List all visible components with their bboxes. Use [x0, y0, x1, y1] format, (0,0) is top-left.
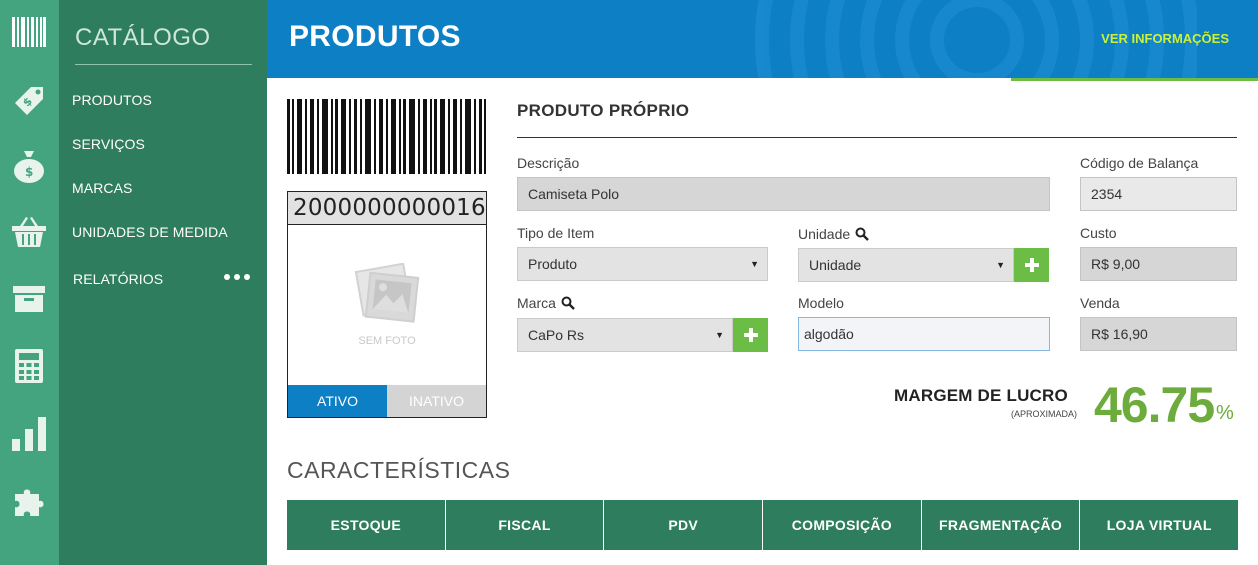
tipo-item-select[interactable]: Produto ▼	[517, 247, 768, 281]
sidebar-divider	[75, 64, 252, 65]
marca-label-text: Marca	[517, 295, 556, 311]
photo-placeholder-icon	[354, 263, 420, 323]
sidebar-item-relatorios[interactable]: RELATÓRIOS	[73, 271, 163, 287]
tipo-item-label: Tipo de Item	[517, 225, 594, 241]
money-bag-icon[interactable]: $	[9, 146, 49, 186]
tab-composicao[interactable]: COMPOSIÇÃO	[763, 500, 922, 550]
tipo-item-label-text: Tipo de Item	[517, 225, 595, 241]
tab-estoque[interactable]: ESTOQUE	[287, 500, 446, 550]
sidebar: CATÁLOGO PRODUTOS SERVIÇOS MARCAS UNIDAD…	[59, 0, 267, 565]
venda-label: Venda	[1080, 295, 1120, 311]
no-photo-label: SEM FOTO	[358, 335, 416, 347]
puzzle-icon[interactable]	[9, 482, 49, 522]
add-unidade-button[interactable]	[1014, 248, 1049, 282]
product-card: 2000000000016 SEM FOTO ATIVO INATIVO	[287, 191, 487, 418]
archive-box-icon[interactable]	[9, 278, 49, 318]
more-options-icon[interactable]	[224, 271, 254, 283]
sidebar-item-marcas[interactable]: MARCAS	[72, 180, 133, 196]
codigo-balanca-field[interactable]: 2354	[1080, 177, 1237, 211]
sidebar-item-unidades-de-medida[interactable]: UNIDADES DE MEDIDA	[72, 224, 228, 240]
custo-label-text: Custo	[1080, 225, 1117, 241]
marca-label: Marca	[517, 295, 575, 311]
status-toggle: ATIVO INATIVO	[288, 385, 486, 417]
status-inactive-button[interactable]: INATIVO	[387, 385, 486, 417]
sidebar-title: CATÁLOGO	[75, 24, 211, 51]
custo-label: Custo	[1080, 225, 1117, 241]
modelo-label-text: Modelo	[798, 295, 844, 311]
venda-label-text: Venda	[1080, 295, 1120, 311]
descricao-label-text: Descrição	[517, 155, 580, 171]
bar-chart-icon[interactable]	[9, 414, 49, 454]
tab-fragmentacao[interactable]: FRAGMENTAÇÃO	[921, 500, 1081, 550]
section-divider	[517, 137, 1237, 138]
modelo-label: Modelo	[798, 295, 844, 311]
unidade-label-text: Unidade	[798, 226, 851, 242]
barcode-number: 2000000000016	[288, 192, 486, 225]
modelo-field[interactable]: algodão	[798, 317, 1050, 351]
chevron-down-icon: ▼	[750, 259, 759, 269]
characteristics-tabs: ESTOQUE FISCAL PDV COMPOSIÇÃO FRAGMENTAÇ…	[287, 500, 1239, 550]
status-active-button[interactable]: ATIVO	[288, 385, 387, 417]
add-marca-button[interactable]	[733, 318, 768, 352]
custo-field[interactable]: R$ 9,00	[1080, 247, 1237, 281]
barcode-image	[287, 99, 486, 174]
price-tag-icon[interactable]: $	[9, 80, 49, 120]
sidebar-item-servicos[interactable]: SERVIÇOS	[72, 136, 145, 152]
codigo-balanca-label-text: Código de Balança	[1080, 155, 1199, 171]
descricao-label: Descrição	[517, 155, 579, 171]
profit-margin-label: MARGEM DE LUCRO	[894, 386, 1068, 405]
profit-margin-unit: %	[1216, 402, 1234, 424]
product-photo[interactable]: SEM FOTO	[288, 225, 486, 385]
characteristics-title: CARACTERÍSTICAS	[287, 457, 511, 483]
tab-loja-virtual[interactable]: LOJA VIRTUAL	[1080, 500, 1239, 550]
sidebar-item-produtos[interactable]: PRODUTOS	[72, 92, 152, 108]
svg-text:$: $	[25, 165, 33, 179]
header-accent-line	[1011, 78, 1258, 81]
chevron-down-icon: ▼	[715, 330, 724, 340]
plus-icon	[743, 328, 758, 342]
tipo-item-value: Produto	[528, 256, 578, 272]
view-info-link[interactable]: VER INFORMAÇÕES	[1101, 31, 1229, 46]
tab-fiscal[interactable]: FISCAL	[445, 500, 605, 550]
profit-margin-sublabel: (APROXIMADA)	[1011, 409, 1078, 419]
unidade-select[interactable]: Unidade ▼	[798, 248, 1014, 282]
tab-pdv[interactable]: PDV	[604, 500, 764, 550]
profit-margin-value: 46.75	[1094, 377, 1215, 433]
search-icon[interactable]	[855, 227, 870, 241]
venda-field[interactable]: R$ 16,90	[1080, 317, 1237, 351]
basket-icon[interactable]	[9, 212, 49, 252]
page-header: PRODUTOS VER INFORMAÇÕES	[267, 0, 1258, 78]
marca-select[interactable]: CaPo Rs ▼	[517, 318, 733, 352]
plus-icon	[1024, 258, 1039, 272]
barcode-icon[interactable]	[9, 12, 49, 52]
codigo-balanca-label: Código de Balança	[1080, 155, 1198, 171]
section-title: PRODUTO PRÓPRIO	[517, 101, 690, 120]
icon-rail: $ $	[0, 0, 59, 565]
unidade-value: Unidade	[809, 257, 862, 273]
calculator-icon[interactable]	[9, 346, 49, 386]
descricao-field[interactable]: Camiseta Polo	[517, 177, 1050, 211]
marca-value: CaPo Rs	[528, 327, 585, 343]
page-title: PRODUTOS	[289, 20, 461, 53]
chevron-down-icon: ▼	[996, 260, 1005, 270]
search-icon[interactable]	[561, 296, 575, 310]
unidade-label: Unidade	[798, 226, 870, 242]
